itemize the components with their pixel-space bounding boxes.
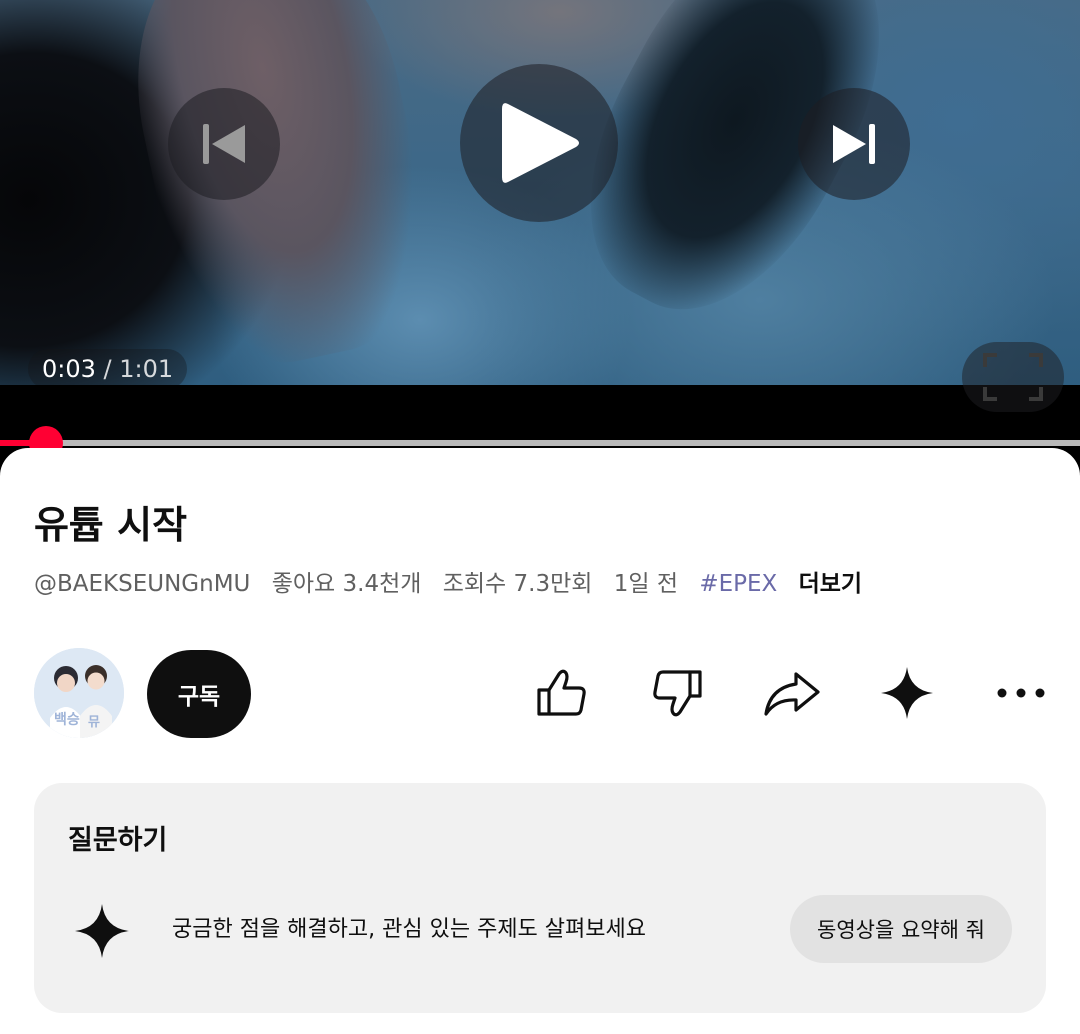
skip-previous-icon <box>203 124 245 164</box>
upload-age: 1일 전 <box>613 571 678 597</box>
channel-handle[interactable]: @BAEKSEUNGnMU <box>34 571 250 597</box>
subscribe-button[interactable]: 구독 <box>147 650 251 738</box>
video-title: 유튭 시작 <box>34 503 188 547</box>
thumbs-down-icon <box>653 670 702 717</box>
skip-next-icon <box>833 124 875 164</box>
thumbs-up-icon <box>537 669 586 716</box>
video-player[interactable]: 0:03 / 1:01 <box>0 0 1080 385</box>
video-duration: 1:01 <box>119 355 174 383</box>
play-button[interactable] <box>460 64 618 222</box>
summarize-video-chip[interactable]: 동영상을 요약해 줘 <box>790 895 1012 963</box>
video-meta-row[interactable]: @BAEKSEUNGnMU 좋아요 3.4천개 조회수 7.3만회 1일 전 #… <box>34 566 876 602</box>
play-icon <box>502 103 579 183</box>
fullscreen-icon <box>983 353 1043 401</box>
like-count: 좋아요 3.4천개 <box>271 571 422 597</box>
share-icon <box>764 672 820 716</box>
avatar-image: 백승 뮤 <box>34 648 124 738</box>
share-button[interactable] <box>757 658 827 728</box>
previous-button[interactable] <box>168 88 280 200</box>
like-button[interactable] <box>527 658 597 728</box>
time-separator: / <box>103 355 112 383</box>
ask-panel: 질문하기 궁금한 점을 해결하고, 관심 있는 주제도 살펴보세요 동영상을 요… <box>34 783 1046 1013</box>
ask-panel-prompt: 궁금한 점을 해결하고, 관심 있는 주제도 살펴보세요 <box>172 917 646 942</box>
sparkle-icon <box>881 667 933 719</box>
next-button[interactable] <box>798 88 910 200</box>
fullscreen-button[interactable] <box>962 342 1064 412</box>
sparkle-icon <box>75 904 129 958</box>
playback-time: 0:03 / 1:01 <box>28 349 188 385</box>
progress-bar[interactable] <box>0 426 1080 460</box>
current-time: 0:03 <box>42 355 96 383</box>
svg-text:뮤: 뮤 <box>88 715 100 730</box>
view-count: 조회수 7.3만회 <box>442 571 593 597</box>
more-options-button[interactable] <box>986 658 1056 728</box>
hashtag-link[interactable]: #EPEX <box>699 571 777 597</box>
more-button[interactable]: 더보기 <box>799 571 862 597</box>
svg-text:백승: 백승 <box>54 712 80 728</box>
ask-ai-button[interactable] <box>872 658 942 728</box>
dislike-button[interactable] <box>642 658 712 728</box>
video-details-sheet: 유튭 시작 @BAEKSEUNGnMU 좋아요 3.4천개 조회수 7.3만회 … <box>0 448 1080 1034</box>
channel-avatar[interactable]: 백승 뮤 <box>34 648 124 738</box>
player-letterbox <box>0 385 1080 445</box>
ask-panel-title: 질문하기 <box>68 825 168 856</box>
more-options-icon <box>997 688 1045 698</box>
